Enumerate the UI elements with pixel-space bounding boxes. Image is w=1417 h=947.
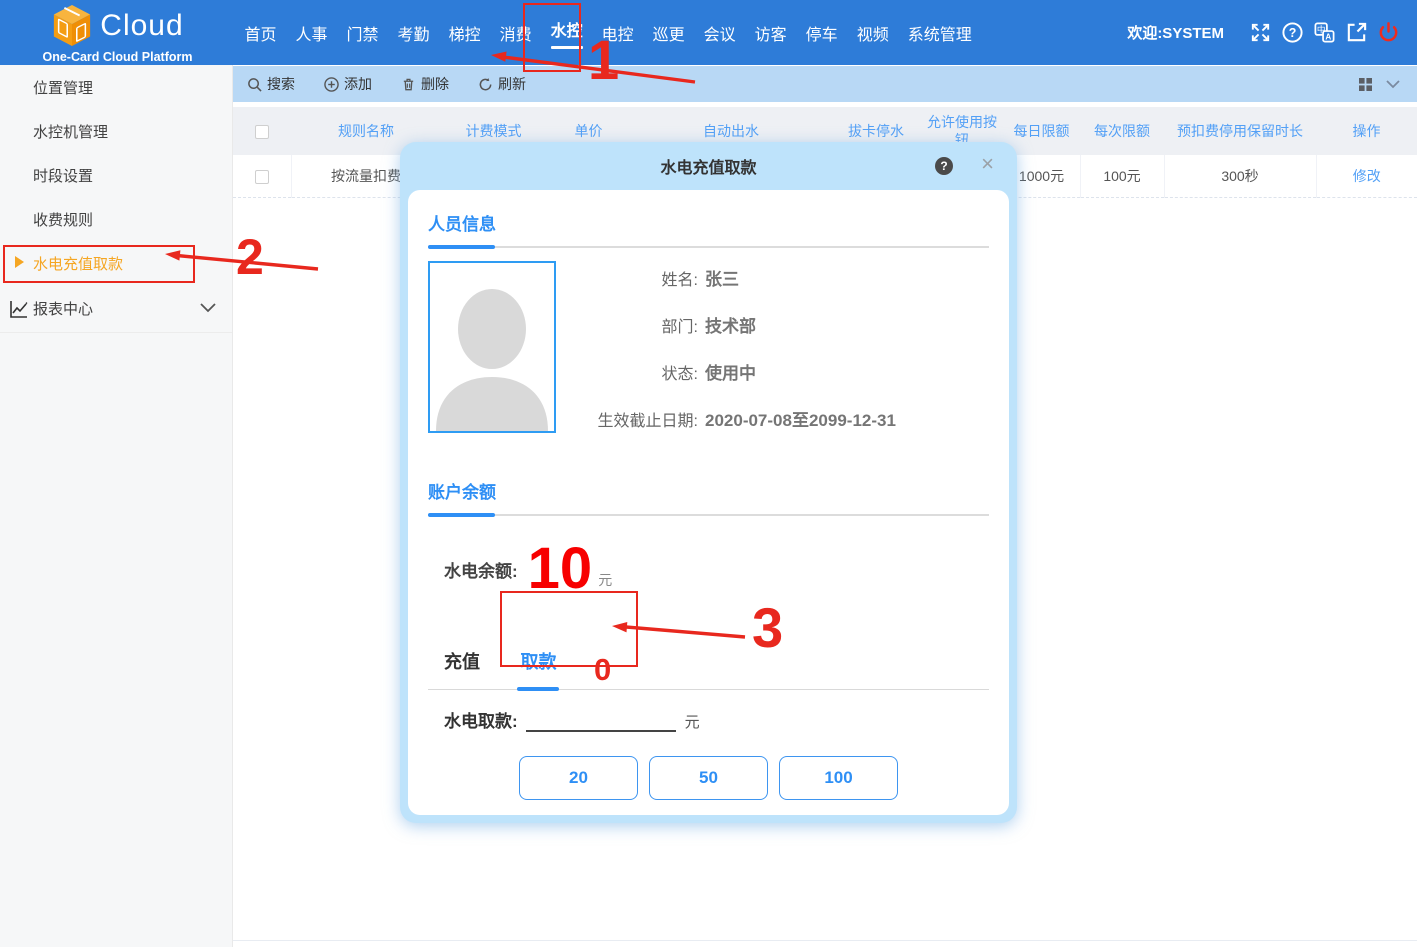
department-label: 部门:	[556, 313, 698, 337]
nav-item-meeting[interactable]: 会议	[694, 21, 745, 45]
col-hold-time: 预扣费停用保留时长	[1164, 107, 1316, 155]
topbar-right: 欢迎:SYSTEM ? 中 A	[1127, 21, 1417, 44]
nav-item-attendance[interactable]: 考勤	[388, 21, 439, 45]
fullscreen-icon[interactable]	[1249, 21, 1272, 44]
add-button[interactable]: 添加	[324, 74, 372, 94]
brand-subtitle: One-Card Cloud Platform	[42, 50, 192, 64]
open-external-icon[interactable]	[1345, 21, 1368, 44]
cell-per-limit: 100元	[1080, 155, 1164, 197]
balance-unit: 元	[598, 570, 612, 590]
svg-text:A: A	[1325, 33, 1331, 42]
modal-title: 水电充值取款	[660, 154, 756, 178]
modal-body: 人员信息 姓名: 张三 部门: 技术部 状态:	[408, 190, 1009, 815]
brand-name: Cloud	[100, 9, 183, 43]
sidebar: 位置管理 水控机管理 时段设置 收费规则 水电充值取款 报表中心	[0, 65, 233, 947]
nav-item-personnel[interactable]: 人事	[286, 21, 337, 45]
annotation-digit-2: 2	[236, 232, 264, 282]
select-all-checkbox[interactable]	[255, 125, 269, 139]
balance-value: 10	[528, 540, 593, 598]
nav-item-video[interactable]: 视频	[847, 21, 898, 45]
person-info-section-title: 人员信息	[428, 210, 989, 235]
row-checkbox[interactable]	[255, 170, 269, 184]
sidebar-item-time-period-settings[interactable]: 时段设置	[0, 153, 232, 197]
refresh-button[interactable]: 刷新	[478, 74, 526, 94]
content-divider	[233, 940, 1417, 941]
refresh-icon	[478, 77, 493, 92]
trash-icon	[401, 77, 416, 92]
recharge-withdraw-tabs: 充值 取款	[428, 648, 989, 690]
nav-item-access[interactable]: 门禁	[337, 21, 388, 45]
table-toolbar: 搜索 添加 删除 刷新	[233, 66, 1417, 102]
modal-titlebar: 水电充值取款 ? ×	[400, 142, 1017, 190]
column-settings-grid-icon[interactable]	[1358, 77, 1373, 92]
validity-value: 2020-07-08至2099-12-31	[705, 406, 896, 431]
account-balance-section-title: 账户余额	[428, 478, 989, 503]
department-value: 技术部	[705, 312, 756, 337]
withdraw-unit: 元	[685, 711, 700, 732]
nav-item-visitor[interactable]: 访客	[745, 21, 796, 45]
nav-item-water-control[interactable]: 水控	[541, 17, 592, 49]
power-logout-icon[interactable]	[1377, 21, 1400, 44]
one-card-cube-icon	[51, 4, 93, 48]
col-per-limit: 每次限额	[1080, 107, 1164, 155]
delete-button[interactable]: 删除	[401, 74, 449, 94]
brand-logo: Cloud One-Card Cloud Platform	[0, 1, 235, 64]
recharge-withdraw-modal: 水电充值取款 ? × 人员信息 姓名: 张三 部门: 技术部	[400, 142, 1017, 823]
modal-help-icon[interactable]: ?	[935, 157, 953, 175]
status-value: 使用中	[705, 359, 756, 384]
balance-label: 水电余额:	[444, 557, 518, 582]
nav-item-consume[interactable]: 消费	[490, 21, 541, 45]
nav-item-home[interactable]: 首页	[235, 21, 286, 45]
search-button[interactable]: 搜索	[247, 74, 295, 94]
name-label: 姓名:	[556, 266, 698, 290]
nav-item-elevator[interactable]: 梯控	[439, 21, 490, 45]
preset-amount-100-button[interactable]: 100	[779, 756, 898, 800]
col-action: 操作	[1316, 107, 1417, 155]
section-divider	[428, 246, 989, 248]
nav-item-system[interactable]: 系统管理	[898, 21, 981, 45]
close-icon[interactable]: ×	[981, 153, 994, 175]
cell-hold-time: 300秒	[1164, 155, 1316, 197]
status-label: 状态:	[556, 360, 698, 384]
add-circle-icon	[324, 77, 339, 92]
active-caret-icon	[15, 256, 24, 268]
section-divider	[428, 514, 989, 516]
top-bar: Cloud One-Card Cloud Platform 首页 人事 门禁 考…	[0, 0, 1417, 65]
tab-recharge[interactable]: 充值	[444, 648, 480, 674]
nav-item-electric[interactable]: 电控	[592, 21, 643, 45]
preset-amount-50-button[interactable]: 50	[649, 756, 768, 800]
collapse-chevron-icon[interactable]	[1385, 79, 1401, 89]
svg-text:?: ?	[1289, 26, 1297, 40]
modify-link[interactable]: 修改	[1353, 168, 1381, 184]
chevron-down-icon[interactable]	[199, 302, 217, 314]
welcome-text: 欢迎:SYSTEM	[1127, 22, 1224, 43]
sidebar-item-report-center[interactable]: 报表中心	[0, 285, 232, 333]
main-nav: 首页 人事 门禁 考勤 梯控 消费 水控 电控 巡更 会议 访客 停车 视频 系…	[235, 0, 981, 65]
person-photo	[428, 261, 556, 433]
tab-withdraw[interactable]: 取款	[520, 648, 556, 674]
help-icon[interactable]: ?	[1281, 21, 1304, 44]
sidebar-item-location-management[interactable]: 位置管理	[0, 65, 232, 109]
language-translate-icon[interactable]: 中 A	[1313, 21, 1336, 44]
nav-item-patrol[interactable]: 巡更	[643, 21, 694, 45]
nav-item-parking[interactable]: 停车	[796, 21, 847, 45]
sidebar-item-recharge-withdraw[interactable]: 水电充值取款	[0, 241, 232, 285]
sidebar-item-charging-rules[interactable]: 收费规则	[0, 197, 232, 241]
withdraw-amount-input[interactable]	[526, 710, 676, 732]
avatar-silhouette-icon	[430, 271, 554, 431]
name-value: 张三	[705, 265, 739, 290]
sidebar-item-water-machine-management[interactable]: 水控机管理	[0, 109, 232, 153]
search-icon	[247, 77, 262, 92]
withdraw-amount-label: 水电取款:	[444, 707, 518, 732]
preset-amount-20-button[interactable]: 20	[519, 756, 638, 800]
validity-label: 生效截止日期:	[556, 407, 698, 431]
report-chart-icon	[9, 299, 29, 319]
